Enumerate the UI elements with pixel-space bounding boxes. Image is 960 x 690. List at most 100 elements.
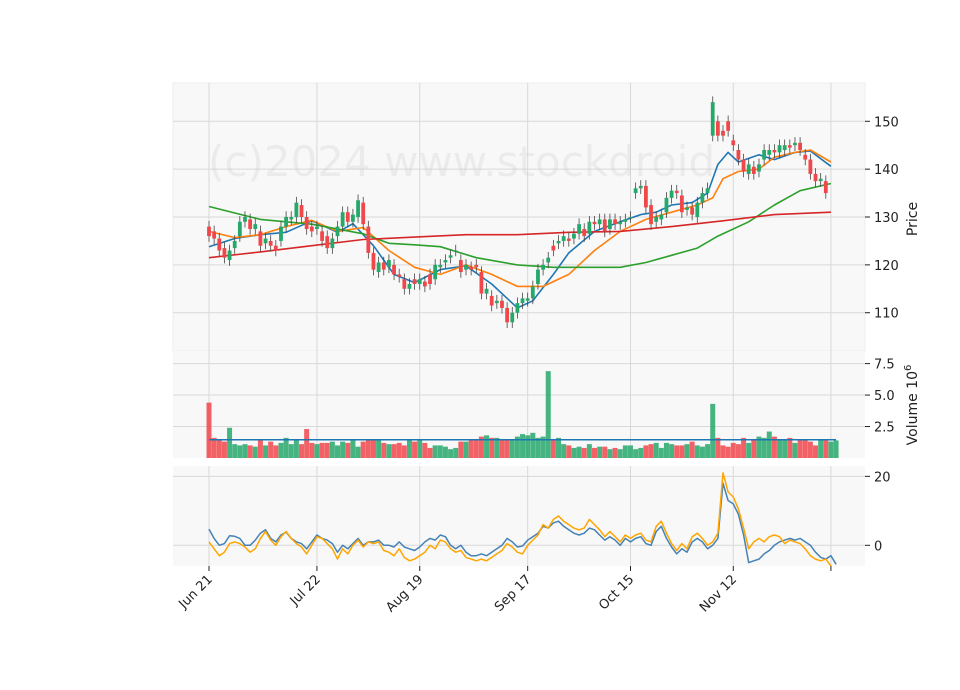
candle-body-up	[556, 240, 561, 244]
candle-body-up	[289, 217, 294, 220]
candle-body-down	[602, 219, 607, 232]
candle-body-down	[613, 219, 617, 225]
candle-body-down	[715, 121, 720, 136]
volume-axis-exponent: 6	[903, 365, 914, 371]
volume-bar	[674, 445, 680, 458]
volume-bar	[509, 440, 515, 458]
x-tick-label: Aug 19	[383, 572, 426, 615]
candle-body-down	[489, 295, 494, 306]
volume-bar	[612, 447, 618, 458]
candle-body-down	[392, 264, 396, 275]
candle-body-up	[746, 164, 751, 174]
volume-bar	[694, 445, 700, 458]
volume-bar	[442, 446, 448, 458]
stock-chart: (c)2024 www.stockdroid 110 120 130 140 150 P…	[172, 82, 921, 615]
volume-bar	[293, 439, 299, 458]
candle-body-up	[237, 221, 242, 237]
volume-bar	[720, 445, 726, 458]
volume-bar	[658, 447, 664, 458]
candle-body-up	[685, 207, 689, 210]
candle-body-up	[335, 226, 340, 237]
candle-body-up	[705, 188, 710, 194]
candle-body-up	[494, 300, 499, 304]
volume-bar	[571, 447, 577, 458]
volume-bar	[602, 446, 608, 458]
volume-bar	[237, 445, 243, 458]
price-panel: (c)2024 www.stockdroid 110 120 130 140 150 P…	[172, 82, 921, 352]
candle-body-down	[479, 272, 484, 294]
x-tick-label: Sep 17	[492, 572, 535, 615]
candle-body-down	[772, 150, 777, 153]
volume-bar	[766, 431, 772, 458]
candle-body-down	[500, 300, 504, 308]
price-axis-ticks: 110 120 130 140 150	[865, 115, 899, 322]
candle-body-down	[644, 185, 648, 208]
candle-body-up	[279, 226, 283, 241]
candle-body-down	[428, 274, 432, 284]
candle	[710, 96, 715, 142]
volume-bar	[283, 437, 289, 458]
price-tick-label: 120	[874, 259, 899, 274]
volume-bar	[622, 445, 628, 458]
candle-body-up	[453, 250, 458, 252]
candle-body-up	[572, 233, 576, 239]
volume-bar	[288, 444, 294, 458]
candle-body-down	[731, 140, 736, 146]
x-tick-label: Jun 21	[176, 572, 216, 612]
volume-bar	[504, 439, 510, 458]
volume-bar	[556, 437, 562, 458]
candle-body-down	[381, 262, 386, 270]
candle-body-down	[808, 159, 813, 174]
volume-bar	[535, 437, 541, 458]
candle-body-down	[325, 236, 330, 249]
volume-tick-label: 7.5	[874, 358, 895, 373]
volume-bar	[437, 445, 443, 458]
volume-bar	[376, 440, 382, 458]
candle-body-down	[803, 154, 808, 160]
candle-body-down	[798, 142, 802, 150]
volume-tick-label: 2.5	[874, 421, 895, 436]
candle-body-down	[458, 260, 463, 273]
volume-bar	[206, 402, 212, 458]
candle-body-down	[366, 226, 371, 253]
candle-body-up	[546, 257, 551, 263]
volume-bar	[463, 441, 469, 458]
volume-bar	[329, 441, 335, 458]
price-tick-label: 150	[874, 115, 899, 130]
volume-bar	[350, 440, 356, 458]
candle-body-up	[407, 284, 412, 289]
volume-bar	[247, 445, 253, 458]
price-tick-label: 140	[874, 163, 899, 178]
candle-body-up	[243, 217, 247, 222]
volume-bar	[499, 440, 505, 458]
candle-body-down	[679, 195, 684, 213]
candle-body-down	[402, 279, 407, 289]
candle-body-down	[397, 274, 402, 277]
volume-bar	[427, 447, 433, 458]
volume-bar	[576, 446, 582, 458]
volume-bar	[324, 442, 330, 458]
volume-bar	[530, 432, 536, 458]
candle-body-down	[474, 264, 479, 268]
volume-bar	[278, 442, 284, 458]
candle-body-down	[309, 226, 314, 232]
candle-body-up	[654, 217, 659, 222]
candle-body-up	[525, 298, 530, 301]
volume-bar	[360, 441, 366, 458]
candle-body-down	[217, 238, 222, 251]
candle-body-down	[751, 166, 756, 174]
date-axis: Jun 21 Jul 22 Aug 19 Sep 17 Oct 15 Nov 12	[176, 566, 832, 615]
candle-body-up	[530, 286, 535, 299]
indicator-axis-ticks: 0 20	[865, 470, 891, 554]
volume-bar	[345, 442, 351, 458]
candle-body-down	[304, 217, 309, 229]
candle-body-up	[263, 238, 268, 244]
candle-body-down	[469, 267, 474, 270]
candle-body-down	[371, 252, 376, 270]
candle-body-up	[330, 238, 335, 249]
candle-body-down	[551, 245, 556, 251]
volume-bar	[319, 442, 325, 458]
volume-bar	[484, 435, 490, 458]
volume-bar	[432, 445, 438, 458]
volume-bar	[566, 445, 572, 458]
